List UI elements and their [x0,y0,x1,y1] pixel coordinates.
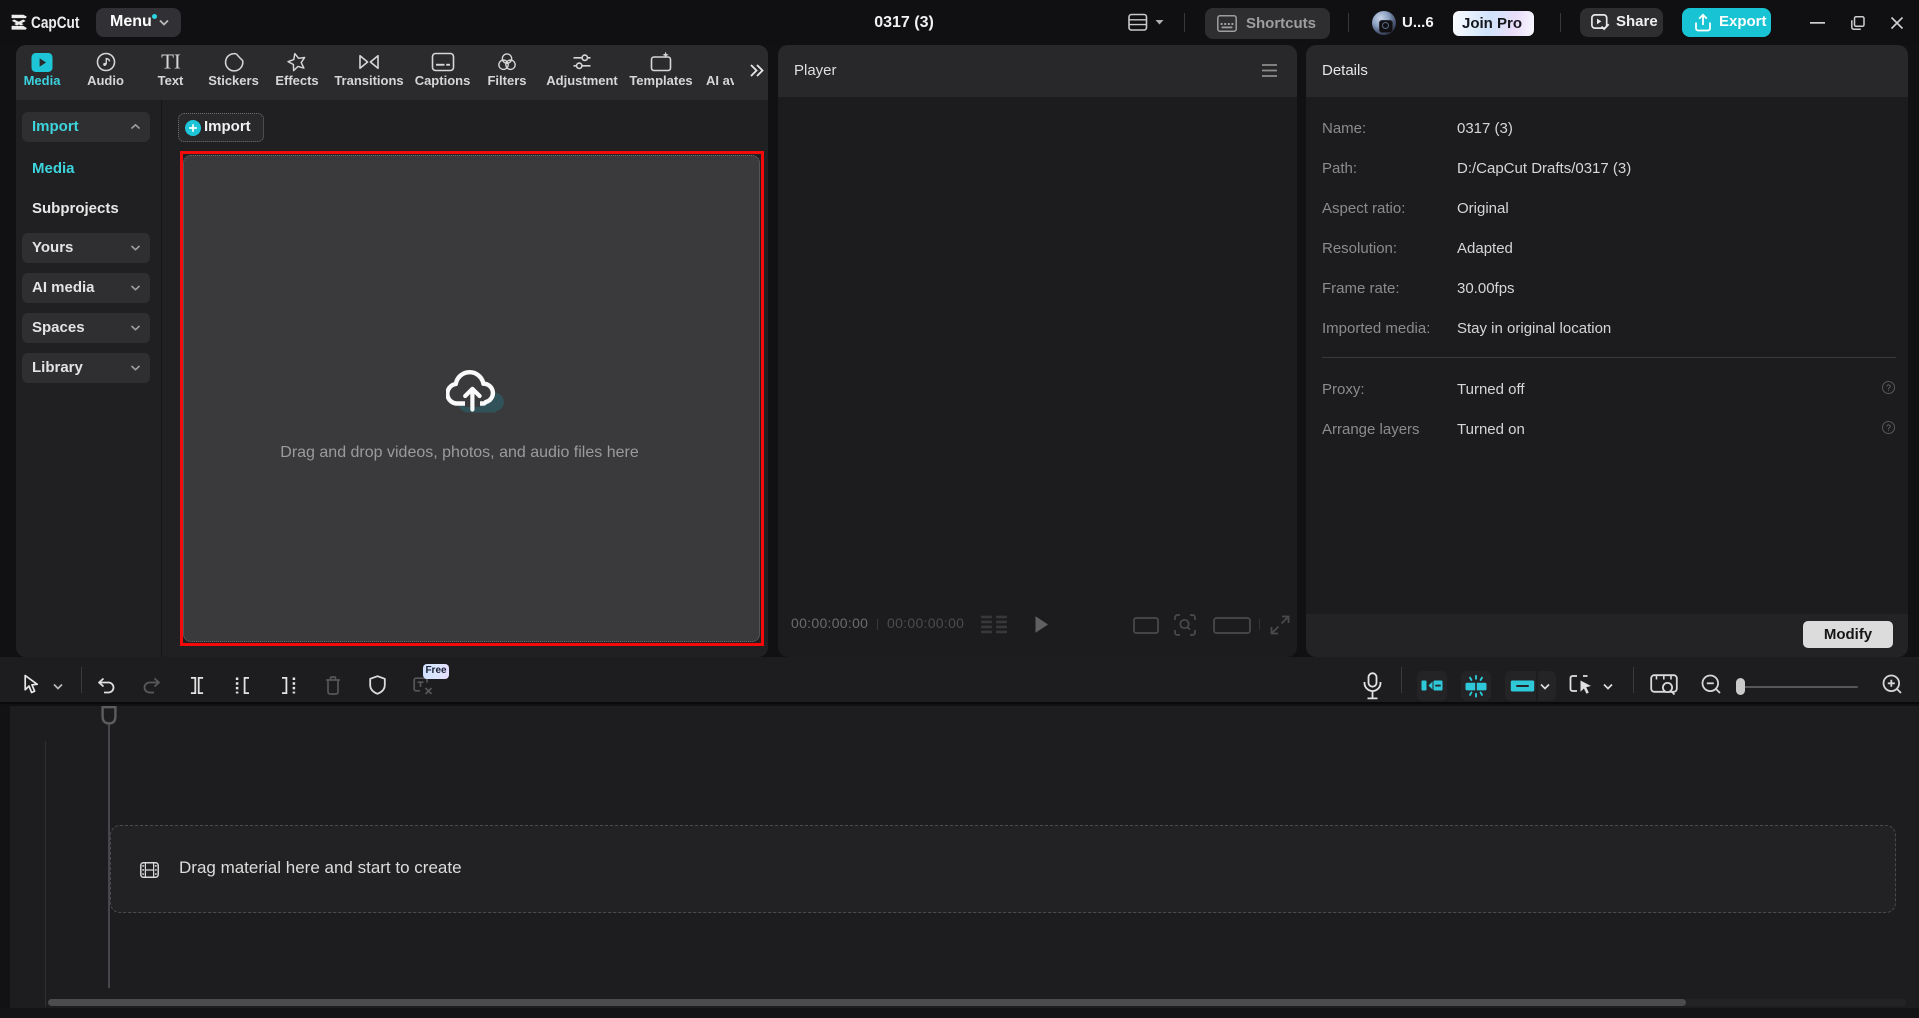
svg-text:TI: TI [161,51,181,73]
